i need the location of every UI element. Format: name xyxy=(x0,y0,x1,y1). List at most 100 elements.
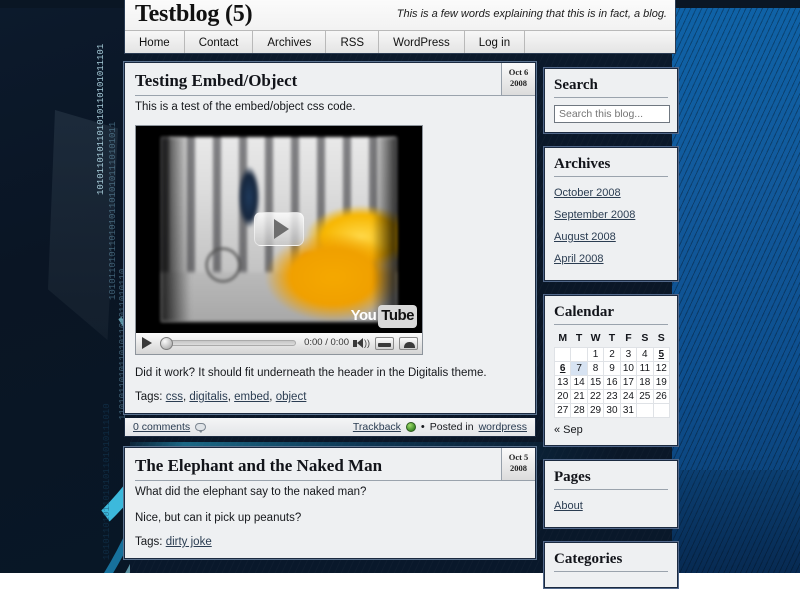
video-screen[interactable]: You Tube xyxy=(136,125,422,332)
calendar-day-7: 7 xyxy=(570,361,588,376)
nav-item-login[interactable]: Log in xyxy=(465,31,526,53)
tag-dirty-joke[interactable]: dirty joke xyxy=(166,536,212,548)
comment-bubble-icon xyxy=(195,423,207,434)
search-input[interactable] xyxy=(554,105,670,123)
calendar-day-26: 26 xyxy=(652,389,671,404)
list-item: About xyxy=(554,496,668,514)
video-seek-slider[interactable] xyxy=(160,337,297,351)
calendar-day-20: 20 xyxy=(553,389,572,404)
weekday-sun: S xyxy=(657,332,665,344)
calendar-prev-month-link[interactable]: « Sep xyxy=(554,424,583,436)
calendar-day-6[interactable]: 6 xyxy=(553,361,572,376)
nav-item-home[interactable]: Home xyxy=(125,31,185,53)
calendar-body: 1 2 3 4 5 6 7 8 9 10 11 12 13 14 15 16 17 18 19 20 21 22 23 24 2… xyxy=(553,347,671,418)
post-title[interactable]: Testing Embed/Object xyxy=(135,71,525,96)
weekday-tue: T xyxy=(575,332,583,344)
calendar-day-link-6[interactable]: 6 xyxy=(560,363,566,374)
play-button-icon[interactable] xyxy=(142,337,152,350)
widget-search: Search xyxy=(544,68,678,133)
calendar-day-13: 13 xyxy=(553,375,572,390)
video-seek-handle[interactable] xyxy=(160,337,173,351)
nav-item-wordpress[interactable]: WordPress xyxy=(379,31,465,53)
globe-icon xyxy=(405,422,416,433)
calendar-day-link-5[interactable]: 5 xyxy=(658,349,664,360)
calendar-day-22: 22 xyxy=(586,389,605,404)
post-body: What did the elephant say to the naked m… xyxy=(135,484,525,528)
video-vignette-right xyxy=(372,136,397,322)
calendar-week-row: 12345 xyxy=(553,347,671,362)
trackback-link[interactable]: Trackback xyxy=(353,421,401,433)
captions-icon[interactable] xyxy=(375,336,394,350)
calendar-day-24: 24 xyxy=(619,389,638,404)
calendar-table: M T W T F S S 1 2 3 4 5 6 7 8 9 10 11 12 13 14 15 16 17 1… xyxy=(553,331,671,418)
post-body: This is a test of the embed/object css c… xyxy=(135,99,525,383)
volume-icon[interactable]: )) xyxy=(353,338,370,349)
widget-categories: Categories xyxy=(544,542,678,588)
calendar-day-21: 21 xyxy=(570,389,588,404)
tag-css[interactable]: css xyxy=(166,391,183,403)
post-line-2: Nice, but can it pick up peanuts? xyxy=(135,511,302,524)
calendar-week-row: 6 7 8 9 10 11 12 xyxy=(553,361,671,376)
main-content: Oct 6 2008 Testing Embed/Object This is … xyxy=(124,62,536,563)
weekday-wed: W xyxy=(590,332,601,344)
post-title[interactable]: The Elephant and the Naked Man xyxy=(135,456,525,481)
nav-item-archives[interactable]: Archives xyxy=(253,31,327,53)
tag-digitalis[interactable]: digitalis xyxy=(189,391,227,403)
archive-link-october-2008[interactable]: October 2008 xyxy=(554,187,621,199)
list-item: April 2008 xyxy=(554,249,668,267)
weekday-sat: S xyxy=(641,332,649,344)
widget-archives: Archives October 2008 September 2008 Aug… xyxy=(544,147,678,281)
youtube-logo-you: You xyxy=(350,307,377,325)
archive-link-august-2008[interactable]: August 2008 xyxy=(554,231,616,243)
calendar-day-3: 3 xyxy=(619,347,638,362)
widget-title-categories: Categories xyxy=(554,551,668,572)
calendar-day-9: 9 xyxy=(603,361,621,376)
calendar-day-29: 29 xyxy=(586,403,605,418)
calendar-day-19: 19 xyxy=(652,375,671,390)
video-vignette-left xyxy=(161,136,191,322)
archives-list: October 2008 September 2008 August 2008 … xyxy=(554,183,668,267)
youtube-logo-tube: Tube xyxy=(378,305,417,328)
site-header: Testblog (5) This is a few words explain… xyxy=(124,0,676,54)
play-icon xyxy=(273,218,289,239)
nav-item-rss[interactable]: RSS xyxy=(326,31,380,53)
sidebar: Search Archives October 2008 September 2… xyxy=(544,68,678,602)
youtube-logo: You Tube xyxy=(351,305,417,328)
weekday-mon: M xyxy=(558,332,568,344)
video-time-display: 0:00 / 0:00 xyxy=(304,337,349,349)
archive-link-april-2008[interactable]: April 2008 xyxy=(554,253,604,265)
calendar-day-empty xyxy=(570,347,588,362)
tag-object[interactable]: object xyxy=(276,391,307,403)
fullscreen-icon[interactable] xyxy=(399,336,418,350)
post-date-day: Oct 5 xyxy=(508,452,529,463)
post-line-1: What did the elephant say to the naked m… xyxy=(135,485,367,498)
video-play-overlay-button[interactable] xyxy=(254,211,304,246)
calendar-day-empty xyxy=(652,403,671,418)
calendar-day-empty xyxy=(636,403,654,418)
list-item: October 2008 xyxy=(554,183,668,201)
post-date-year: 2008 xyxy=(510,462,527,473)
tag-embed[interactable]: embed xyxy=(234,391,269,403)
posted-in-label: Posted in xyxy=(429,421,474,434)
calendar-day-27: 27 xyxy=(553,403,572,418)
calendar-day-14: 14 xyxy=(570,375,588,390)
weekday-thu: T xyxy=(608,332,616,344)
page-title: Testblog (5) xyxy=(135,1,253,27)
calendar-day-18: 18 xyxy=(636,375,654,390)
embedded-video-player[interactable]: You Tube 0:00 / 0:00 )) xyxy=(135,124,423,355)
calendar-nav: « Sep xyxy=(554,424,668,436)
calendar-day-5[interactable]: 5 xyxy=(652,347,671,362)
post-date-year: 2008 xyxy=(510,77,527,88)
tags-label: Tags: xyxy=(135,391,163,404)
page-link-about[interactable]: About xyxy=(554,500,583,512)
post-outro-text: Did it work? It should fit underneath th… xyxy=(135,366,487,379)
category-link-wordpress[interactable]: wordpress xyxy=(479,421,527,433)
nav-item-contact[interactable]: Contact xyxy=(185,31,254,53)
main-navigation: Home Contact Archives RSS WordPress Log … xyxy=(125,30,675,53)
comments-link[interactable]: 0 comments xyxy=(133,421,190,433)
calendar-day-1: 1 xyxy=(586,347,605,362)
calendar-day-4: 4 xyxy=(636,347,654,362)
meta-separator: • xyxy=(420,421,425,434)
archive-link-september-2008[interactable]: September 2008 xyxy=(554,209,635,221)
widget-calendar: Calendar M T W T F S S 1 2 3 4 5 6 7 8 9 10 11 12 13… xyxy=(544,295,678,446)
